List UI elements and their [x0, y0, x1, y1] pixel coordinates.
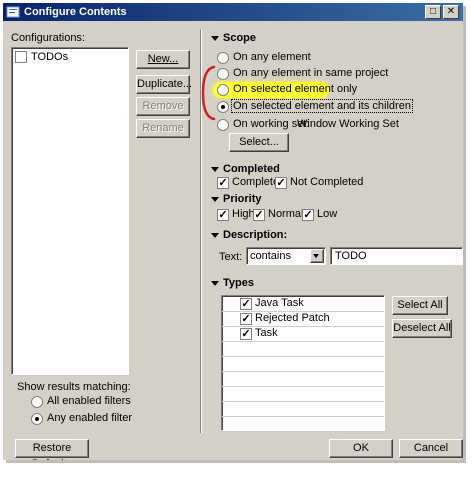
- low-checkbox[interactable]: ✓: [302, 209, 314, 221]
- description-text-input[interactable]: TODO: [330, 247, 463, 265]
- scope-same-project-label: On any element in same project: [233, 67, 389, 79]
- annotation-bracket: [201, 65, 216, 121]
- scope-any-element-radio[interactable]: [217, 52, 229, 64]
- cancel-label: Cancel: [413, 442, 449, 454]
- select-all-button[interactable]: Select All: [392, 296, 448, 315]
- table-row[interactable]: ✓ Rejected Patch: [222, 311, 384, 327]
- duplicate-button-label: Duplicate...: [137, 78, 193, 90]
- scope-selected-only-label: On selected element only: [233, 83, 358, 95]
- restore-defaults-button[interactable]: Restore Defaults: [15, 439, 89, 460]
- normal-label: Normal: [268, 208, 304, 220]
- close-button[interactable]: ✕: [443, 5, 459, 19]
- normal-checkbox[interactable]: ✓: [253, 209, 265, 221]
- table-row: [222, 371, 384, 387]
- window-icon: [6, 6, 20, 18]
- task-label: Task: [255, 327, 278, 339]
- high-label: High: [232, 208, 255, 220]
- all-enabled-filters-label: All enabled filters: [47, 395, 131, 407]
- operator-dropdown-button[interactable]: [310, 249, 324, 263]
- priority-collapse-icon[interactable]: [211, 197, 219, 202]
- types-title: Types: [223, 277, 254, 289]
- table-row[interactable]: ✓ Java Task: [222, 296, 384, 312]
- all-enabled-filters-radio[interactable]: [31, 396, 43, 408]
- completed-collapse-icon[interactable]: [211, 167, 219, 172]
- restore-defaults-label: Restore Defaults: [32, 442, 72, 460]
- configurations-label: Configurations:: [11, 32, 85, 44]
- table-row: [222, 341, 384, 357]
- not-completed-checkbox[interactable]: ✓: [275, 177, 287, 189]
- maximize-button[interactable]: □: [425, 5, 441, 19]
- rejected-patch-label: Rejected Patch: [255, 312, 330, 324]
- configurations-list[interactable]: TODOs: [11, 47, 129, 375]
- scope-any-element-label: On any element: [233, 51, 311, 63]
- scope-same-project-radio[interactable]: [217, 68, 229, 80]
- low-label: Low: [317, 208, 338, 220]
- scope-selected-children-radio[interactable]: [217, 101, 229, 113]
- high-checkbox[interactable]: ✓: [217, 209, 229, 221]
- table-row: [222, 386, 384, 402]
- remove-button[interactable]: Remove: [136, 97, 190, 116]
- rejected-patch-checkbox[interactable]: ✓: [240, 313, 252, 325]
- rename-button[interactable]: Rename: [136, 119, 190, 138]
- select-all-label: Select All: [397, 299, 443, 311]
- ok-label: OK: [353, 442, 369, 454]
- title-bar: Configure Contents □ ✕: [3, 3, 463, 21]
- ok-button[interactable]: OK: [329, 439, 393, 458]
- java-task-label: Java Task: [255, 297, 304, 309]
- table-row[interactable]: ✓ Task: [222, 326, 384, 342]
- description-text-value: TODO: [335, 250, 367, 262]
- window-title: Configure Contents: [24, 6, 127, 18]
- new-button-label: New...: [147, 53, 179, 65]
- types-list[interactable]: ✓ Java Task ✓ Rejected Patch ✓ Task: [221, 295, 385, 431]
- priority-title: Priority: [223, 193, 262, 205]
- java-task-checkbox[interactable]: ✓: [240, 298, 252, 310]
- rename-button-label: Rename: [142, 122, 184, 134]
- select-working-set-button[interactable]: Select...: [229, 133, 289, 152]
- scope-selected-children-label: On selected element and its children: [231, 99, 413, 113]
- deselect-all-label: Deselect All: [393, 322, 451, 334]
- scope-working-set-radio[interactable]: [217, 119, 229, 131]
- text-label: Text:: [219, 251, 243, 263]
- any-enabled-filter-radio[interactable]: [31, 413, 43, 425]
- working-set-value: Window Working Set: [297, 118, 399, 130]
- operator-value: contains: [250, 250, 291, 262]
- chevron-down-icon: [313, 254, 319, 258]
- select-button-label: Select...: [239, 136, 279, 148]
- new-button[interactable]: New...: [136, 50, 190, 69]
- operator-select[interactable]: contains: [246, 247, 326, 265]
- scope-collapse-icon[interactable]: [211, 36, 219, 41]
- cancel-button[interactable]: Cancel: [399, 439, 463, 458]
- completed-checkbox[interactable]: ✓: [217, 177, 229, 189]
- task-checkbox[interactable]: ✓: [240, 328, 252, 340]
- not-completed-label: Not Completed: [290, 176, 364, 188]
- description-collapse-icon[interactable]: [211, 233, 219, 238]
- any-enabled-filter-label: Any enabled filter: [47, 412, 132, 424]
- todos-checkbox[interactable]: [15, 51, 27, 63]
- show-results-label: Show results matching:: [17, 381, 131, 393]
- list-item-label: TODOs: [31, 51, 69, 63]
- description-title: Description:: [223, 229, 288, 241]
- types-collapse-icon[interactable]: [211, 281, 219, 286]
- duplicate-button[interactable]: Duplicate...: [136, 75, 193, 94]
- completed-title: Completed: [223, 163, 280, 175]
- scope-title: Scope: [223, 32, 257, 44]
- maximize-icon: □: [429, 6, 437, 17]
- table-row: [222, 401, 384, 417]
- table-row: [222, 356, 384, 372]
- configure-contents-dialog: Configure Contents □ ✕ Configurations: T…: [3, 3, 463, 460]
- remove-button-label: Remove: [142, 100, 184, 112]
- scope-selected-only-radio[interactable]: [217, 84, 229, 96]
- deselect-all-button[interactable]: Deselect All: [392, 319, 452, 338]
- close-icon: ✕: [446, 6, 456, 17]
